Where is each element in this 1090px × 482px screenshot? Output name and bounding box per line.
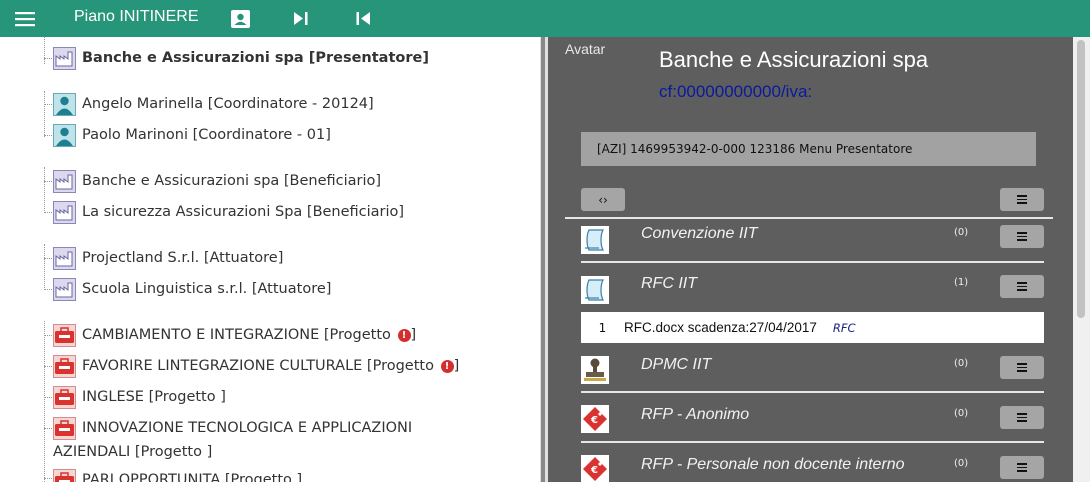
tree-node-label: Projectland S.r.l. [Attuatore] bbox=[82, 250, 284, 266]
person-icon bbox=[53, 92, 76, 116]
file-type: RFC bbox=[832, 320, 856, 335]
tree-node-label: Scuola Linguistica s.r.l. [Attuatore] bbox=[82, 281, 332, 297]
tree-node-label: FAVORIRE LINTEGRAZIONE CULTURALE [Proget… bbox=[82, 358, 460, 374]
file-list-item[interactable]: 1 RFC.docx scadenza:27/04/2017 RFC bbox=[581, 312, 1044, 343]
project-icon bbox=[53, 323, 76, 347]
scrollbar-thumb[interactable] bbox=[1077, 40, 1085, 318]
tree-node-progetto[interactable]: FAVORIRE LINTEGRAZIONE CULTURALE [Proget… bbox=[53, 354, 459, 378]
code-icon: ‹› bbox=[598, 192, 608, 207]
tree-node-presentatore[interactable]: Banche e Assicurazioni spa [Presentatore… bbox=[53, 46, 429, 70]
euro-tag-icon: € bbox=[581, 405, 609, 433]
hamburger-icon bbox=[1017, 195, 1027, 204]
tree-node-label: PARI OPPORTUNITA [Progetto ] bbox=[82, 472, 303, 482]
warning-icon: ! bbox=[440, 359, 454, 373]
entity-tree: Banche e Assicurazioni spa [Presentatore… bbox=[0, 37, 540, 482]
tree-node-label: Banche e Assicurazioni spa [Presentatore… bbox=[82, 50, 429, 66]
stamp-icon bbox=[581, 356, 609, 384]
divider bbox=[581, 441, 1044, 443]
document-icon bbox=[581, 226, 609, 254]
svg-text:€: € bbox=[590, 415, 598, 426]
tree-node-label: INGLESE [Progetto ] bbox=[82, 389, 226, 405]
panel-menu-button[interactable] bbox=[1000, 188, 1044, 211]
factory-icon bbox=[53, 200, 76, 224]
detail-panel: Avatar Banche e Assicurazioni spa cf:000… bbox=[548, 37, 1073, 482]
factory-icon bbox=[53, 46, 76, 70]
hamburger-icon bbox=[1017, 282, 1027, 291]
menu-presentatore-bar[interactable]: [AZI] 1469953942-0-000 123186 Menu Prese… bbox=[581, 132, 1036, 166]
factory-icon bbox=[53, 277, 76, 301]
divider bbox=[581, 391, 1044, 393]
factory-icon bbox=[53, 246, 76, 270]
app-title: Piano INITINERE bbox=[74, 8, 199, 25]
contact-card-icon bbox=[230, 9, 250, 28]
tree-node-label: AZIENDALI [Progetto ] bbox=[53, 444, 213, 460]
hamburger-icon bbox=[1017, 363, 1027, 372]
factory-icon bbox=[53, 169, 76, 193]
hamburger-icon bbox=[1017, 413, 1027, 422]
file-name[interactable]: RFC.docx scadenza:27/04/2017 bbox=[624, 320, 817, 335]
tree-node-progetto[interactable]: INGLESE [Progetto ] bbox=[53, 385, 226, 409]
project-icon bbox=[53, 385, 76, 409]
skip-previous-icon bbox=[356, 12, 370, 25]
tree-node-coordinatore[interactable]: Paolo Marinoni [Coordinatore - 01] bbox=[53, 123, 331, 147]
document-menu-button[interactable] bbox=[1000, 275, 1044, 298]
tree-node-label: Paolo Marinoni [Coordinatore - 01] bbox=[82, 127, 331, 143]
document-count: (1) bbox=[954, 277, 969, 288]
document-menu-button[interactable] bbox=[1000, 456, 1044, 479]
document-count: (0) bbox=[954, 227, 969, 238]
tree-node-label: Angelo Marinella [Coordinatore - 20124] bbox=[82, 96, 374, 112]
file-number: 1 bbox=[598, 320, 607, 335]
person-icon bbox=[53, 123, 76, 147]
project-icon bbox=[53, 354, 76, 378]
document-count: (0) bbox=[954, 458, 969, 469]
hamburger-icon bbox=[1017, 463, 1027, 472]
warning-icon: ! bbox=[397, 328, 411, 342]
tree-node-progetto[interactable]: INNOVAZIONE TECNOLOGICA E APPLICAZIONI bbox=[53, 416, 412, 440]
document-title[interactable]: Convenzione IIT bbox=[641, 225, 758, 243]
tree-node-beneficiario[interactable]: Banche e Assicurazioni spa [Beneficiario… bbox=[53, 169, 381, 193]
hamburger-icon bbox=[1017, 232, 1027, 241]
tree-node-label-continued[interactable]: AZIENDALI [Progetto ] bbox=[53, 440, 212, 464]
top-bar: Piano INITINERE bbox=[0, 0, 1090, 37]
panel-splitter[interactable] bbox=[540, 37, 548, 482]
tree-node-label: INNOVAZIONE TECNOLOGICA E APPLICAZIONI bbox=[82, 420, 413, 436]
tree-node-coordinatore[interactable]: Angelo Marinella [Coordinatore - 20124] bbox=[53, 92, 374, 116]
project-icon bbox=[53, 416, 76, 440]
menu-button[interactable] bbox=[12, 0, 38, 37]
document-icon bbox=[581, 276, 609, 304]
document-title[interactable]: DPMC IIT bbox=[641, 356, 711, 374]
svg-text:€: € bbox=[590, 465, 598, 476]
tree-node-label: La sicurezza Assicurazioni Spa [Benefici… bbox=[82, 204, 405, 220]
tree-node-progetto[interactable]: PARI OPPORTUNITA [Progetto ] bbox=[53, 468, 302, 482]
document-title[interactable]: RFC IIT bbox=[641, 275, 697, 293]
skip-next-icon bbox=[294, 12, 308, 25]
document-title[interactable]: RFP - Personale non docente interno bbox=[641, 456, 905, 474]
project-icon bbox=[53, 468, 76, 482]
document-count: (0) bbox=[954, 408, 969, 419]
tree-node-attuatore[interactable]: Scuola Linguistica s.r.l. [Attuatore] bbox=[53, 277, 331, 301]
tree-node-label: CAMBIAMENTO E INTEGRAZIONE [Progetto !] bbox=[82, 327, 417, 343]
tree-node-attuatore[interactable]: Projectland S.r.l. [Attuatore] bbox=[53, 246, 283, 270]
document-title[interactable]: RFP - Anonimo bbox=[641, 406, 749, 424]
document-menu-button[interactable] bbox=[1000, 356, 1044, 379]
avatar: Avatar bbox=[565, 41, 606, 57]
document-count: (0) bbox=[954, 358, 969, 369]
menu-icon bbox=[15, 11, 35, 26]
toggle-code-button[interactable]: ‹› bbox=[581, 188, 625, 211]
contact-card-button[interactable] bbox=[228, 0, 252, 37]
euro-tag-icon: € bbox=[581, 455, 609, 482]
company-cf-iva: cf:00000000000/iva: bbox=[659, 82, 813, 101]
document-menu-button[interactable] bbox=[1000, 225, 1044, 248]
tree-node-progetto[interactable]: CAMBIAMENTO E INTEGRAZIONE [Progetto !] bbox=[53, 323, 416, 347]
company-name: Banche e Assicurazioni spa bbox=[659, 47, 929, 72]
tree-node-beneficiario[interactable]: La sicurezza Assicurazioni Spa [Benefici… bbox=[53, 200, 404, 224]
divider bbox=[565, 217, 1053, 219]
menu-bar-label: [AZI] 1469953942-0-000 123186 Menu Prese… bbox=[597, 142, 913, 156]
skip-previous-button[interactable] bbox=[352, 0, 374, 37]
document-menu-button[interactable] bbox=[1000, 406, 1044, 429]
tree-node-label: Banche e Assicurazioni spa [Beneficiario… bbox=[82, 173, 382, 189]
divider bbox=[581, 261, 1044, 263]
skip-next-button[interactable] bbox=[290, 0, 312, 37]
